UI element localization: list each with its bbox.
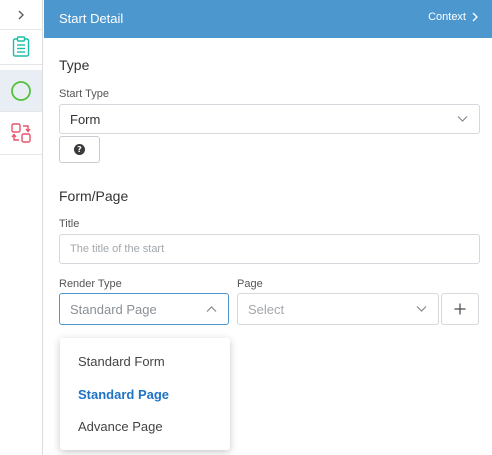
- start-type-value: Form: [70, 111, 101, 127]
- rail-item-swap[interactable]: [0, 112, 42, 155]
- page-select[interactable]: Select: [237, 293, 439, 325]
- render-type-value: Standard Page: [70, 301, 157, 317]
- panel-header: Start Detail Context: [44, 0, 492, 38]
- chevron-down-icon: [416, 306, 427, 312]
- start-circle-icon: [11, 80, 31, 101]
- page-placeholder: Select: [248, 301, 285, 317]
- form-page-section-title: Form/Page: [59, 188, 129, 204]
- chevron-down-icon: [457, 116, 468, 122]
- add-page-button[interactable]: [441, 293, 479, 325]
- swap-icon: [11, 123, 31, 143]
- menu-option-standard-page[interactable]: Standard Page: [78, 387, 169, 402]
- rail-expand-button[interactable]: [0, 0, 42, 30]
- context-label: Context: [428, 11, 466, 23]
- help-button[interactable]: ?: [59, 136, 100, 163]
- context-link[interactable]: Context: [428, 11, 478, 23]
- start-detail-panel: Start Detail Context Type Start Type For…: [44, 0, 492, 455]
- rail-item-document[interactable]: [0, 30, 42, 65]
- app-root: Start Detail Context Type Start Type For…: [0, 0, 492, 455]
- title-input[interactable]: The title of the start: [59, 234, 480, 264]
- chevron-right-icon: [18, 10, 24, 19]
- question-icon: ?: [74, 144, 85, 155]
- chevron-up-icon: [206, 306, 217, 312]
- start-type-select[interactable]: Form: [59, 104, 480, 134]
- rail-item-start[interactable]: [0, 70, 42, 112]
- menu-option-standard-form[interactable]: Standard Form: [78, 354, 165, 369]
- render-type-menu: Standard Form Standard Page Advance Page: [60, 338, 230, 450]
- start-type-label: Start Type: [59, 88, 109, 100]
- left-rail: [0, 0, 43, 455]
- type-section-title: Type: [59, 57, 90, 73]
- render-type-select[interactable]: Standard Page: [59, 293, 229, 325]
- plus-icon: [454, 303, 466, 315]
- panel-title: Start Detail: [59, 11, 124, 26]
- menu-option-advance-page[interactable]: Advance Page: [78, 419, 163, 434]
- page-label: Page: [237, 278, 263, 290]
- document-list-icon: [12, 36, 30, 57]
- title-label: Title: [59, 218, 80, 230]
- chevron-right-icon: [472, 12, 478, 22]
- render-type-label: Render Type: [59, 278, 122, 290]
- title-placeholder: The title of the start: [70, 243, 165, 255]
